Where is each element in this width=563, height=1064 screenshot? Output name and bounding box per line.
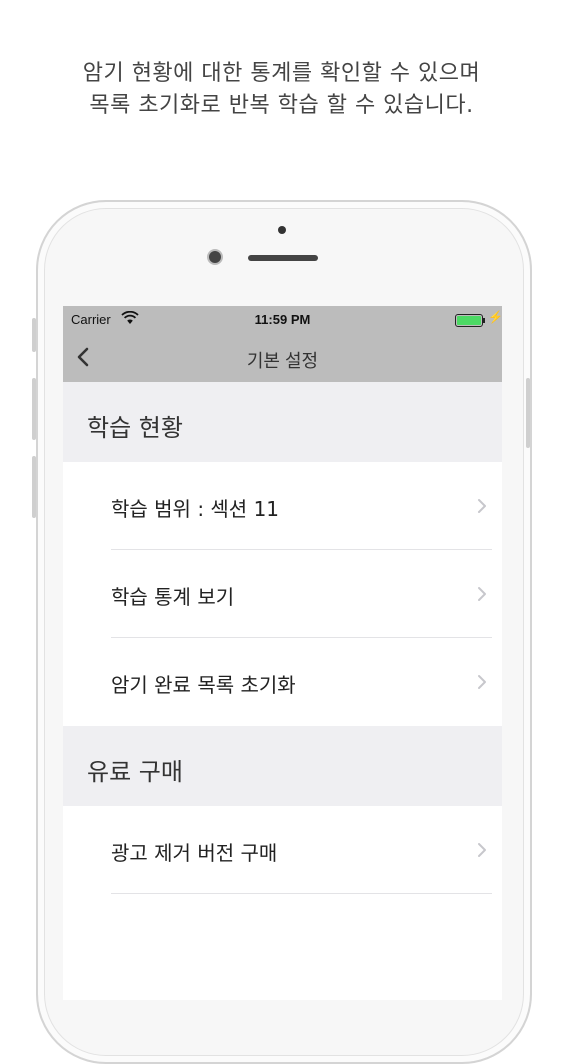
caption-line-2: 목록 초기화로 반복 학습 할 수 있습니다.: [89, 93, 474, 118]
page-title: 기본 설정: [246, 351, 319, 371]
row-study-range[interactable]: 학습 범위 : 섹션 11: [63, 462, 502, 550]
side-button-left-3: [32, 456, 36, 518]
side-button-right: [526, 378, 530, 448]
status-time: 11:59 PM: [254, 312, 311, 327]
chevron-right-icon: [478, 675, 486, 689]
proximity-sensor: [278, 226, 286, 234]
phone-screen: Carrier 11:59 PM ⚡ 기본 설정 학습 현황 학습 범위 : 섹…: [63, 306, 502, 1000]
side-button-left: [32, 318, 36, 352]
section-header-label: 유료 구매: [87, 758, 183, 786]
section-header-purchase: 유료 구매: [63, 726, 502, 806]
row-separator: [111, 893, 492, 894]
row-label: 광고 제거 버전 구매: [111, 841, 278, 865]
status-bar: Carrier 11:59 PM ⚡: [63, 306, 502, 334]
navigation-bar: 기본 설정: [63, 334, 502, 382]
promo-caption: 암기 현황에 대한 통계를 확인할 수 있으며 목록 초기화로 반복 학습 할 …: [0, 58, 563, 122]
section-header-label: 학습 현황: [87, 414, 183, 442]
row-buy-ad-free-version[interactable]: 광고 제거 버전 구매: [63, 806, 502, 894]
row-label: 학습 범위 : 섹션 11: [111, 497, 280, 521]
row-label: 암기 완료 목록 초기화: [111, 673, 296, 697]
battery-level-fill: [457, 316, 481, 325]
chevron-right-icon: [478, 499, 486, 513]
row-study-statistics[interactable]: 학습 통계 보기: [63, 550, 502, 638]
row-reset-memorized-list[interactable]: 암기 완료 목록 초기화: [63, 638, 502, 726]
section-header-study-status: 학습 현황: [63, 382, 502, 462]
front-camera: [209, 251, 221, 263]
charging-bolt-icon: ⚡: [488, 310, 502, 324]
chevron-right-icon: [478, 587, 486, 601]
battery-tip: [483, 318, 485, 323]
earpiece-speaker: [248, 255, 318, 261]
row-label: 학습 통계 보기: [111, 585, 235, 609]
battery-icon: [455, 314, 483, 327]
caption-line-1: 암기 현황에 대한 통계를 확인할 수 있으며: [82, 61, 481, 86]
side-button-left-2: [32, 378, 36, 440]
chevron-right-icon: [478, 843, 486, 857]
